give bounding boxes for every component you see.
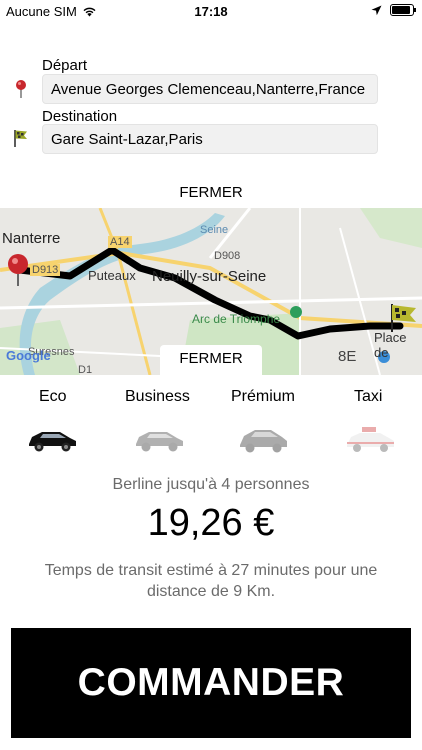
status-bar: Aucune SIM 17:18: [0, 0, 422, 22]
eco-car-icon[interactable]: [26, 424, 78, 454]
tab-taxi[interactable]: Taxi: [354, 388, 382, 406]
checkered-flag-icon: [14, 130, 27, 147]
destination-input[interactable]: Gare Saint-Lazar,Paris: [42, 124, 378, 154]
map-label-d913: D913: [30, 264, 61, 276]
map-label-8e: 8E: [338, 348, 357, 365]
map-label-nanterre: Nanterre: [2, 230, 61, 247]
commander-button[interactable]: COMMANDER: [11, 628, 411, 738]
map-label-neuilly: Neuilly-sur-Seine: [152, 268, 267, 285]
status-right: [371, 4, 416, 16]
vehicle-tabs: Eco Business Prémium Taxi: [0, 388, 422, 408]
destination-label: Destination: [42, 108, 118, 125]
depart-label: Départ: [42, 57, 88, 74]
map-label-d1: D1: [78, 364, 93, 375]
tab-business[interactable]: Business: [125, 388, 190, 406]
tab-premium[interactable]: Prémium: [231, 388, 295, 406]
business-car-icon[interactable]: [133, 424, 185, 454]
transit-estimate: Temps de transit estimé à 27 minutes pou…: [44, 562, 378, 600]
map-label-place: Place de: [374, 330, 407, 360]
map-label-puteaux: Puteaux: [88, 268, 136, 283]
map-label-a14: A14: [108, 236, 132, 248]
tab-eco[interactable]: Eco: [39, 388, 67, 406]
price-value: 19,26 €: [147, 502, 275, 544]
battery-icon: [390, 4, 416, 16]
map-label-seine: Seine: [200, 224, 229, 236]
vehicle-description: Berline jusqu'à 4 personnes: [112, 476, 310, 493]
location-arrow-icon: [371, 5, 382, 15]
fermer-top-button[interactable]: FERMER: [0, 184, 422, 201]
depart-input[interactable]: Avenue Georges Clemenceau,Nanterre,Franc…: [42, 74, 378, 104]
map-label-arc: Arc de Triomphe: [192, 312, 281, 326]
premium-car-icon[interactable]: [237, 424, 289, 454]
taxi-car-icon[interactable]: [344, 424, 396, 454]
google-logo: Google: [6, 348, 51, 363]
pin-icon: [16, 80, 26, 98]
map-label-d908: D908: [214, 250, 241, 262]
fermer-map-tab[interactable]: FERMER: [160, 345, 262, 375]
status-time: 17:18: [194, 4, 228, 19]
